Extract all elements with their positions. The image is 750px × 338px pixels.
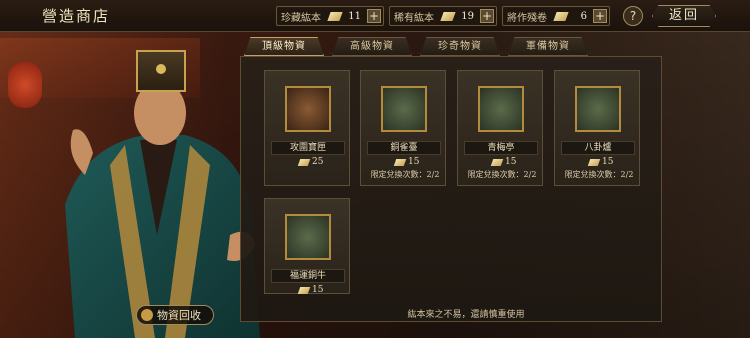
resource-label: 珍藏紘本 [281,12,321,24]
recycle-button[interactable]: 物資回收 [136,305,214,325]
shop-item-fortune-bronze-ox[interactable]: 福運銅牛 15 [264,198,350,295]
scroll-icon [440,11,456,21]
shop-item-bagua-furnace[interactable]: 八卦爐 15 限定兌換次數：2/2 [554,70,640,186]
scroll-icon [490,158,504,166]
resource-craft-scroll: 將作殘卷 6 + [502,6,610,26]
help-button[interactable]: ? [623,6,643,26]
scroll-icon [393,158,407,166]
item-name: 青梅亭 [464,141,538,155]
exchange-limit: 限定兌換次數：2/2 [467,170,537,179]
price-value: 15 [505,157,517,167]
price-value: 25 [312,157,324,167]
price-value: 15 [312,285,324,295]
item-price: 15 [490,157,517,167]
page-title: 營造商店 [42,7,111,25]
pavilion-icon [478,86,524,132]
resource-uncommon-book: 稀有紘本 19 + [389,6,497,26]
character-portrait [65,50,260,338]
shop-item-siege-chest[interactable]: 攻圍寶匣 25 [264,70,350,186]
exchange-limit: 限定兌換次數：2/2 [370,170,440,179]
tab-advanced-supplies[interactable]: 高級物資 [332,37,412,56]
resource-value: 6 [580,10,587,22]
tab-top-supplies[interactable]: 頂級物資 [244,37,324,56]
add-resource-button[interactable]: + [367,9,381,23]
scroll-icon [587,158,601,166]
price-value: 15 [408,157,420,167]
item-price: 15 [297,285,324,295]
item-name: 攻圍寶匣 [271,141,345,155]
recycle-label: 物資回收 [157,309,201,322]
furnace-icon [575,86,621,132]
category-tabs: 頂級物資 高級物資 珍奇物資 軍備物資 [244,37,596,57]
resource-label: 將作殘卷 [507,12,547,24]
item-price: 15 [587,157,614,167]
lantern-decoration [8,62,42,108]
scroll-icon [297,286,311,294]
notice-text: 紘本來之不易，還請慎重使用 [407,310,525,320]
scroll-icon [327,11,343,21]
add-resource-button[interactable]: + [593,9,607,23]
scroll-icon [297,158,311,166]
back-button[interactable]: 返回 [652,5,716,27]
item-name: 八卦爐 [561,141,635,155]
scroll-icon [553,11,569,21]
item-name: 福運銅牛 [271,269,345,283]
tower-icon [381,86,427,132]
item-price: 15 [393,157,420,167]
chest-icon [285,86,331,132]
shop-item-bronze-sparrow-tower[interactable]: 銅雀臺 15 限定兌換次數：2/2 [360,70,446,186]
tab-rare-supplies[interactable]: 珍奇物資 [420,37,500,56]
exchange-limit: 限定兌換次數：2/2 [564,170,634,179]
price-value: 15 [602,157,614,167]
resource-label: 稀有紘本 [394,12,434,24]
top-bar: 營造商店 珍藏紘本 11 + 稀有紘本 19 + 將作殘卷 6 + ? 返回 [0,0,750,32]
resource-value: 11 [348,10,361,22]
item-price: 25 [297,157,324,167]
add-resource-button[interactable]: + [480,9,494,23]
resource-rare-book: 珍藏紘本 11 + [276,6,384,26]
ox-icon [285,214,331,260]
item-name: 銅雀臺 [367,141,441,155]
shop-item-plum-pavilion[interactable]: 青梅亭 15 限定兌換次數：2/2 [457,70,543,186]
tab-military-supplies[interactable]: 軍備物資 [508,37,588,56]
resource-value: 19 [461,10,474,22]
recycle-icon [141,309,153,321]
